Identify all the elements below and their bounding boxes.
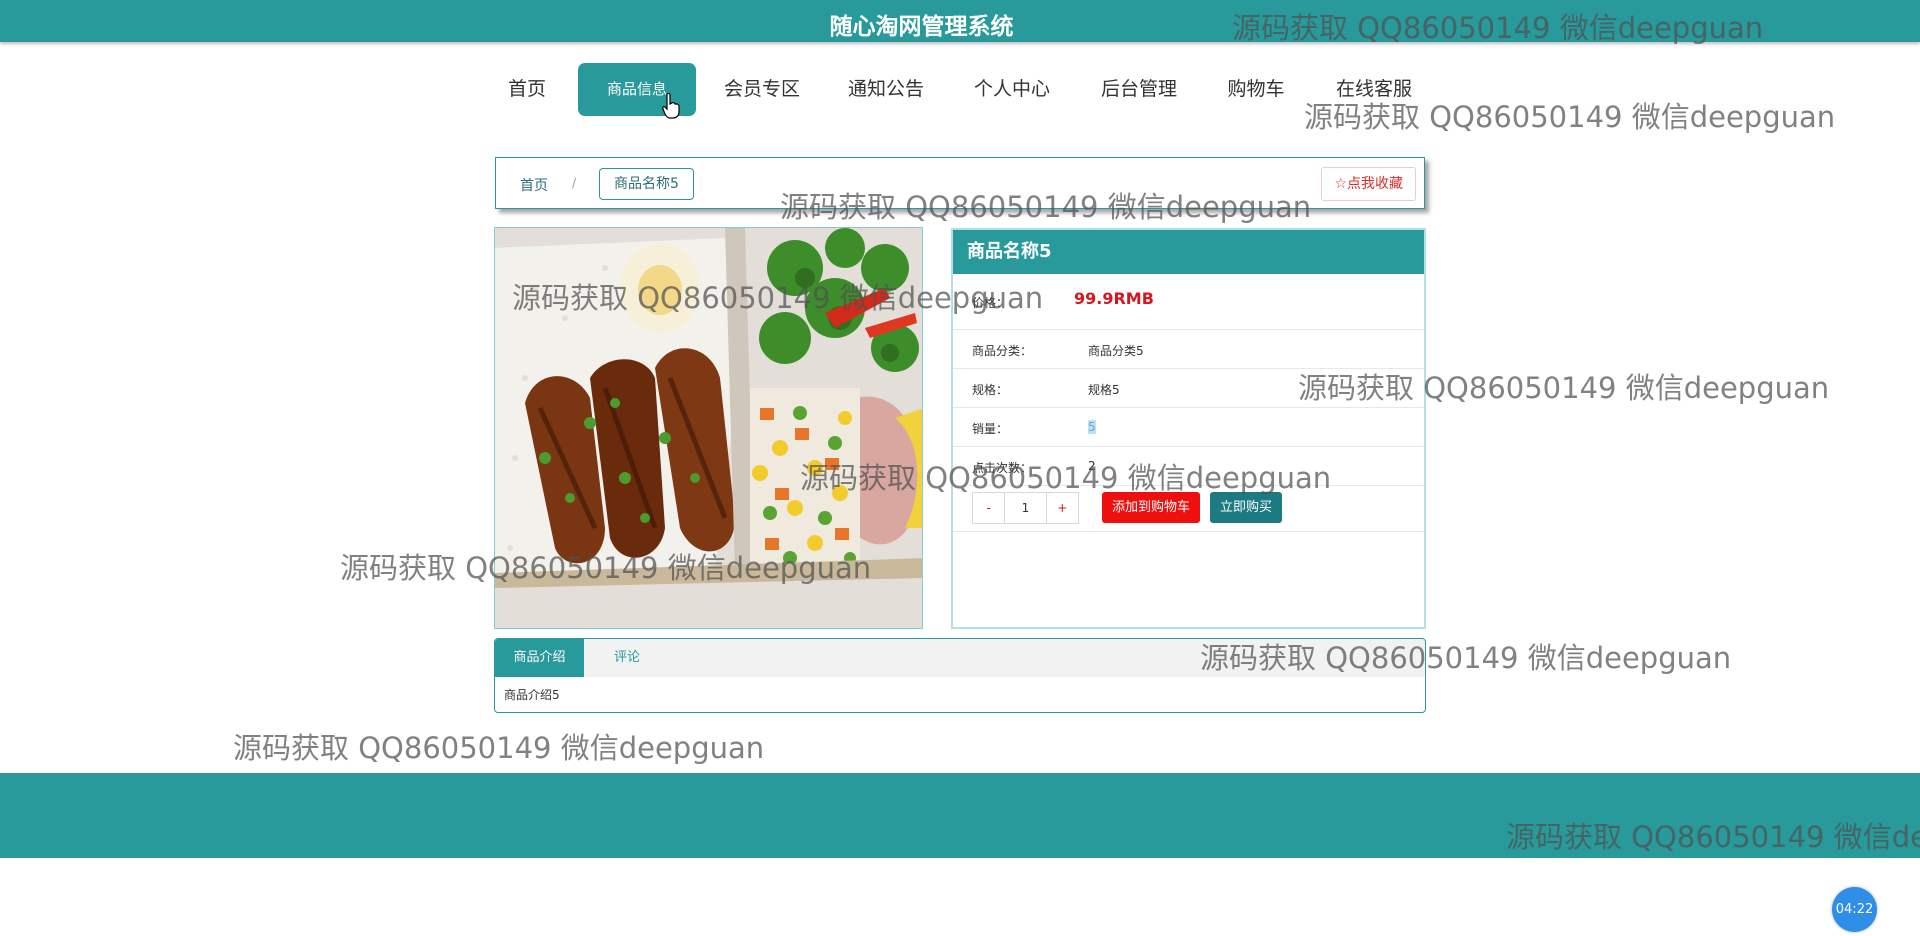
breadcrumb-current[interactable]: 商品名称5 — [599, 168, 694, 200]
tab-bar: 商品介绍 评论 — [495, 639, 1425, 677]
watermark-text: 源码获取 QQ86050149 微信deepguan — [1506, 820, 1920, 854]
watermark-text: 源码获取 QQ86050149 微信deepguan — [233, 731, 765, 765]
watermark-clip: 源码获取 QQ86050149 微信deepguan — [1506, 814, 1920, 854]
tab-content: 商品介绍5 — [504, 688, 560, 702]
breadcrumb-separator: / — [572, 176, 577, 190]
spec-value: 规格5 — [1088, 383, 1120, 397]
purchase-row: - 1 + 添加到购物车 立即购买 — [953, 486, 1424, 532]
clicks-label: 点击次数： — [972, 461, 1033, 475]
product-info-panel: 商品名称5 价格： 99.9RMB 商品分类： 商品分类5 规格： 规格5 销量… — [951, 228, 1426, 629]
sales-label: 销量： — [972, 422, 1009, 436]
nav-item-profile[interactable]: 个人中心 — [972, 63, 1052, 116]
quantity-stepper: - 1 + — [972, 492, 1079, 524]
tab-description[interactable]: 商品介绍 — [495, 639, 584, 677]
clicks-row: 点击次数： 2 — [953, 447, 1424, 486]
main-nav: 首页 商品信息 会员专区 通知公告 个人中心 后台管理 购物车 在线客服 — [0, 63, 1920, 116]
breadcrumb-home[interactable]: 首页 — [520, 175, 548, 195]
product-tabs: 商品介绍 评论 商品介绍5 — [494, 638, 1426, 713]
spec-row: 规格： 规格5 — [953, 369, 1424, 408]
sales-value: 5 — [1088, 420, 1096, 434]
quantity-input[interactable]: 1 — [1004, 493, 1047, 523]
price-value: 99.9RMB — [1074, 289, 1154, 308]
add-to-cart-button[interactable]: 添加到购物车 — [1102, 492, 1200, 523]
category-label: 商品分类： — [972, 344, 1033, 358]
system-title: 随心淘网管理系统 — [829, 14, 1014, 40]
sales-row: 销量： 5 — [953, 408, 1424, 447]
nav-item-home[interactable]: 首页 — [506, 63, 548, 116]
food-bento-image — [495, 228, 922, 628]
category-value: 商品分类5 — [1088, 344, 1144, 358]
hand-cursor-icon — [662, 93, 680, 119]
nav-item-admin[interactable]: 后台管理 — [1099, 63, 1179, 116]
product-image — [494, 227, 923, 629]
spec-label: 规格： — [972, 383, 1009, 397]
buy-now-button[interactable]: 立即购买 — [1210, 492, 1282, 523]
nav-item-notices[interactable]: 通知公告 — [846, 63, 926, 116]
nav-item-cart[interactable]: 购物车 — [1226, 63, 1286, 116]
nav-item-members[interactable]: 会员专区 — [722, 63, 802, 116]
timer-badge[interactable]: 04:22 — [1832, 887, 1877, 932]
nav-item-service[interactable]: 在线客服 — [1334, 63, 1414, 116]
top-header-bar: 随心淘网管理系统 — [0, 0, 1920, 42]
price-label: 价格： — [972, 296, 1009, 310]
decrease-button[interactable]: - — [973, 493, 1004, 523]
price-row: 价格： 99.9RMB — [953, 274, 1424, 330]
increase-button[interactable]: + — [1047, 493, 1078, 523]
breadcrumb: 首页 / 商品名称5 ☆点我收藏 — [495, 157, 1425, 209]
product-name-title: 商品名称5 — [953, 230, 1424, 274]
clicks-value: 2 — [1088, 459, 1096, 473]
favorite-button[interactable]: ☆点我收藏 — [1321, 167, 1416, 201]
category-row: 商品分类： 商品分类5 — [953, 330, 1424, 369]
tab-comments[interactable]: 评论 — [602, 639, 652, 677]
